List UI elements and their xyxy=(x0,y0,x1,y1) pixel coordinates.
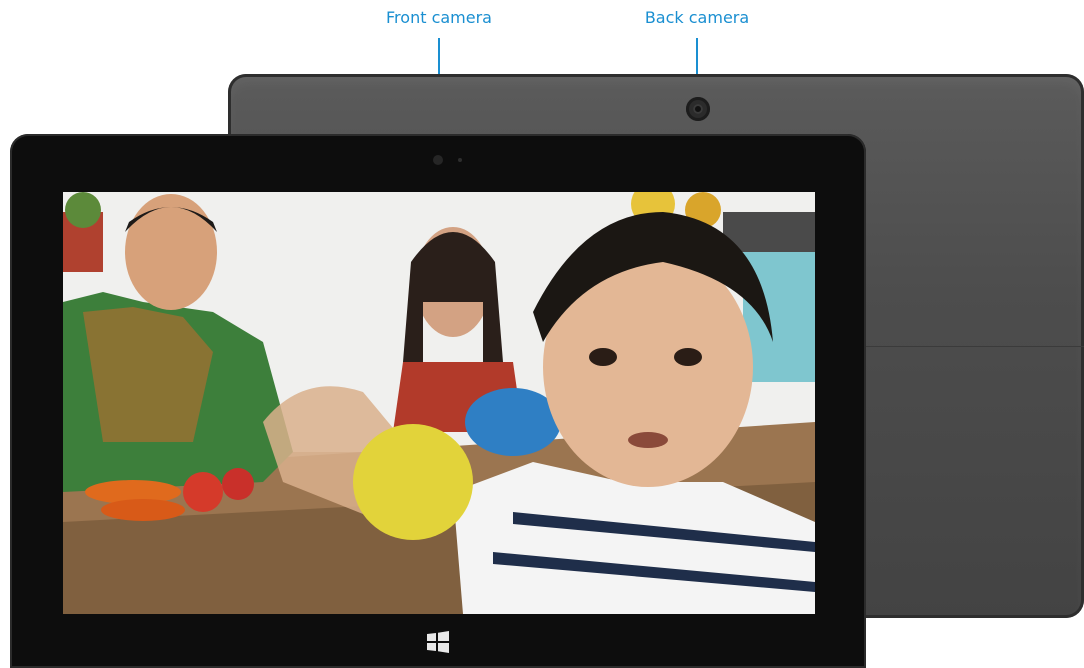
back-camera-lens-glass xyxy=(693,104,703,114)
back-camera-label: Back camera xyxy=(644,8,750,27)
back-camera-lens xyxy=(686,97,710,121)
front-camera-lens xyxy=(433,155,443,165)
front-camera-label: Front camera xyxy=(386,8,492,27)
family-photo-illustration xyxy=(63,192,815,614)
windows-logo-icon[interactable] xyxy=(426,630,450,654)
ambient-light-sensor xyxy=(458,158,462,162)
tablet-screen-photo xyxy=(63,192,815,614)
